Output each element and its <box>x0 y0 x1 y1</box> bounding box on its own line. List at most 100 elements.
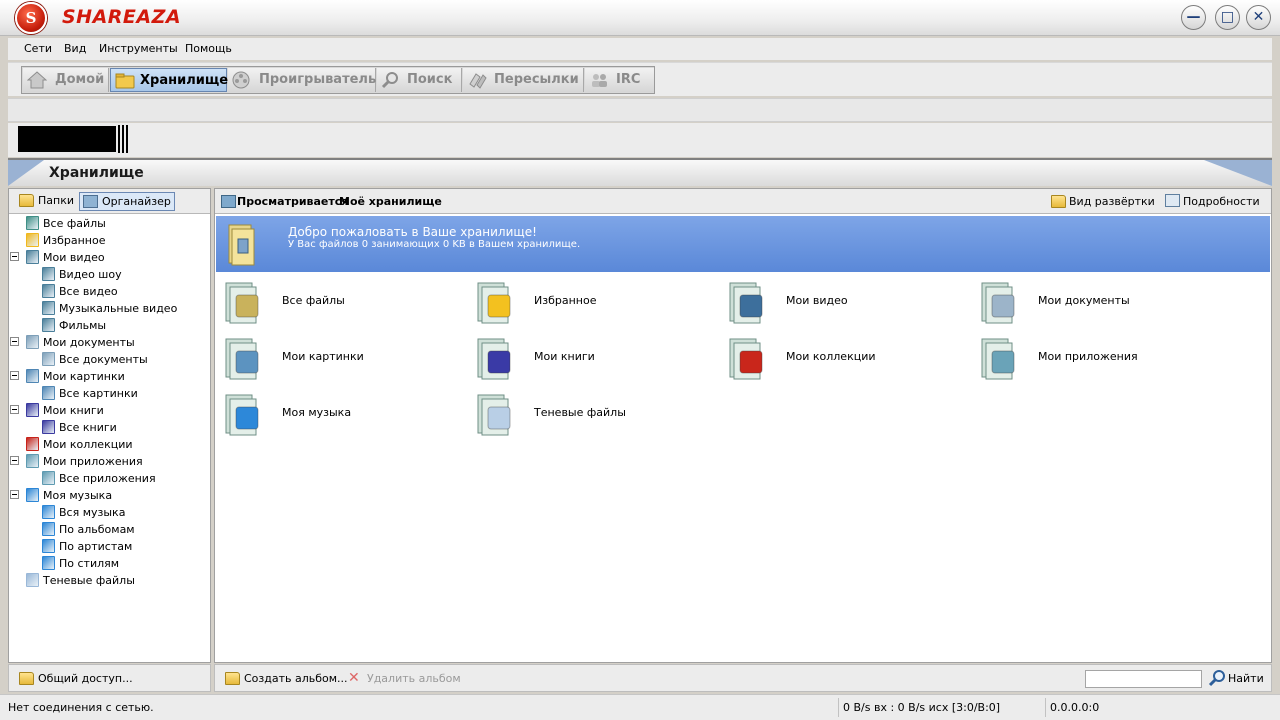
expanded-view-button[interactable]: Вид развёртки <box>1069 195 1155 208</box>
magnifier-icon <box>381 71 401 89</box>
library-folder-item[interactable]: Мои видео <box>721 275 971 327</box>
folder-icon <box>1051 195 1066 208</box>
library-folder-item[interactable]: Мои книги <box>469 331 719 383</box>
library-folder-label: Мои книги <box>534 350 595 363</box>
collapse-toggle-icon[interactable] <box>10 371 19 380</box>
tab-folders[interactable]: Папки <box>16 192 77 211</box>
delete-album-button[interactable]: Удалить альбом <box>367 672 461 685</box>
share-bar: Общий доступ... <box>8 664 211 692</box>
section-title: Хранилище <box>49 165 144 181</box>
tree-item-label: Избранное <box>43 234 106 247</box>
tree-item-label: Фильмы <box>59 319 107 332</box>
find-button[interactable]: Найти <box>1228 672 1264 685</box>
tree-item-label: Мои картинки <box>43 370 125 383</box>
library-icon <box>26 216 39 230</box>
welcome-stats: У Вас файлов 0 занимающих 0 KB в Вашем х… <box>288 239 581 250</box>
tab-player-label: Проигрыватель <box>259 72 377 87</box>
collapse-toggle-icon[interactable] <box>10 337 19 346</box>
maximize-button[interactable]: □ <box>1215 5 1240 30</box>
library-folder-item[interactable]: Теневые файлы <box>469 387 719 439</box>
media-bar <box>8 123 1272 157</box>
library-folder-item[interactable]: Мои картинки <box>217 331 467 383</box>
collapse-toggle-icon[interactable] <box>10 490 19 499</box>
folder-icon <box>19 194 34 207</box>
video-icon <box>42 318 55 332</box>
header-decoration <box>1204 160 1272 186</box>
media-display <box>18 126 116 152</box>
tab-search[interactable]: Поиск <box>377 68 462 92</box>
applications-folder-icon <box>980 333 1022 381</box>
collections-icon <box>26 437 39 451</box>
menu-help[interactable]: Помощь <box>185 42 232 55</box>
tab-home[interactable]: Домой <box>23 68 109 92</box>
library-folder-item[interactable]: Мои коллекции <box>721 331 971 383</box>
section-header: Хранилище <box>8 158 1272 186</box>
library-folder-item[interactable]: Избранное <box>469 275 719 327</box>
home-icon <box>26 71 48 89</box>
tree-item-label: Вся музыка <box>59 506 126 519</box>
share-button[interactable]: Общий доступ... <box>38 672 133 685</box>
library-folder-icon <box>115 72 135 90</box>
album-toolbar: Создать альбом... ✕ Удалить альбом Найти <box>214 664 1272 692</box>
transfers-icon <box>467 71 487 89</box>
tree-item-label: Все видео <box>59 285 118 298</box>
magnifier-icon <box>1208 669 1226 690</box>
collapse-toggle-icon[interactable] <box>10 405 19 414</box>
library-folder-item[interactable]: Мои документы <box>973 275 1223 327</box>
details-view-button[interactable]: Подробности <box>1183 195 1260 208</box>
app-logo-icon[interactable]: S <box>15 2 47 34</box>
close-button[interactable]: ✕ <box>1246 5 1271 30</box>
pictures-folder-icon <box>224 333 266 381</box>
library-folder-item[interactable]: Моя музыка <box>217 387 467 439</box>
tree-item-label: По стилям <box>59 557 120 570</box>
welcome-banner: Добро пожаловать в Ваше хранилище! У Вас… <box>216 216 1270 272</box>
bandwidth-status: 0 B/s вх : 0 B/s исх [3:0/B:0] <box>838 698 1004 717</box>
left-pane-tabs: Папки Органайзер <box>9 189 210 214</box>
documents-icon <box>26 335 39 349</box>
collections-folder-icon <box>728 333 770 381</box>
tab-irc[interactable]: IRC <box>585 68 654 92</box>
app-title: SHAREAZA <box>62 6 182 28</box>
menu-networks[interactable]: Сети <box>24 42 52 55</box>
minimize-button[interactable]: — <box>1181 5 1206 30</box>
status-bar: Нет соединения с сетью. 0 B/s вх : 0 B/s… <box>0 694 1280 720</box>
tab-library[interactable]: Хранилище <box>110 68 228 92</box>
tree-item-label: По артистам <box>59 540 133 553</box>
recycle-bin-icon <box>476 389 518 437</box>
content-toolbar: Просматривается Моё хранилище Вид развёр… <box>215 189 1271 214</box>
library-folder-label: Мои картинки <box>282 350 364 363</box>
library-folder-label: Мои документы <box>1038 294 1130 307</box>
nav-tab-group: Домой Хранилище Проигрыватель Поиск Пере… <box>21 66 655 94</box>
create-album-button[interactable]: Создать альбом... <box>244 672 348 685</box>
library-folder-label: Моя музыка <box>282 406 352 419</box>
collapse-toggle-icon[interactable] <box>10 456 19 465</box>
library-folder-label: Все файлы <box>282 294 345 307</box>
search-input[interactable] <box>1085 670 1202 688</box>
applications-icon <box>42 471 55 485</box>
menu-tools[interactable]: Инструменты <box>99 42 178 55</box>
tab-search-label: Поиск <box>407 72 453 87</box>
menu-view[interactable]: Вид <box>64 42 86 55</box>
empty-toolbar-strip <box>8 98 1272 122</box>
library-folder-label: Мои коллекции <box>786 350 876 363</box>
chat-users-icon <box>589 71 609 89</box>
tree-item-label: Все картинки <box>59 387 138 400</box>
applications-icon <box>26 454 39 468</box>
header-decoration <box>8 160 44 186</box>
books-folder-icon <box>476 333 518 381</box>
library-folder-item[interactable]: Мои приложения <box>973 331 1223 383</box>
organizer-icon <box>83 195 98 208</box>
tab-player[interactable]: Проигрыватель <box>228 68 376 92</box>
library-icon <box>221 195 236 208</box>
volume-grip-icon[interactable] <box>118 125 130 153</box>
collapse-toggle-icon[interactable] <box>10 252 19 261</box>
video-icon <box>42 284 55 298</box>
pictures-icon <box>42 386 55 400</box>
video-icon <box>26 250 39 264</box>
tab-transfers[interactable]: Пересылки <box>463 68 584 92</box>
viewing-name: Моё хранилище <box>339 195 442 208</box>
music-icon <box>42 522 55 536</box>
tab-organizer[interactable]: Органайзер <box>79 192 175 211</box>
music-icon <box>42 505 55 519</box>
library-folder-item[interactable]: Все файлы <box>217 275 467 327</box>
